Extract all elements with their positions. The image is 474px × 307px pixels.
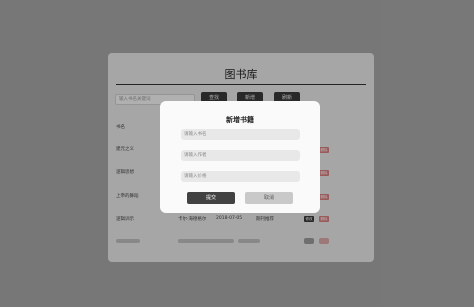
author-field[interactable]: 请输入作者	[181, 150, 300, 161]
dialog-title: 新增书籍	[226, 116, 254, 124]
price-field[interactable]: 请输入价格	[181, 171, 300, 182]
submit-button[interactable]: 提交	[187, 192, 235, 204]
cancel-button[interactable]: 取消	[245, 192, 293, 204]
add-book-dialog: 新增书籍 请输入书名 请输入作者 请输入价格 提交 取消	[160, 101, 320, 213]
book-name-field[interactable]: 请输入书名	[181, 129, 300, 140]
